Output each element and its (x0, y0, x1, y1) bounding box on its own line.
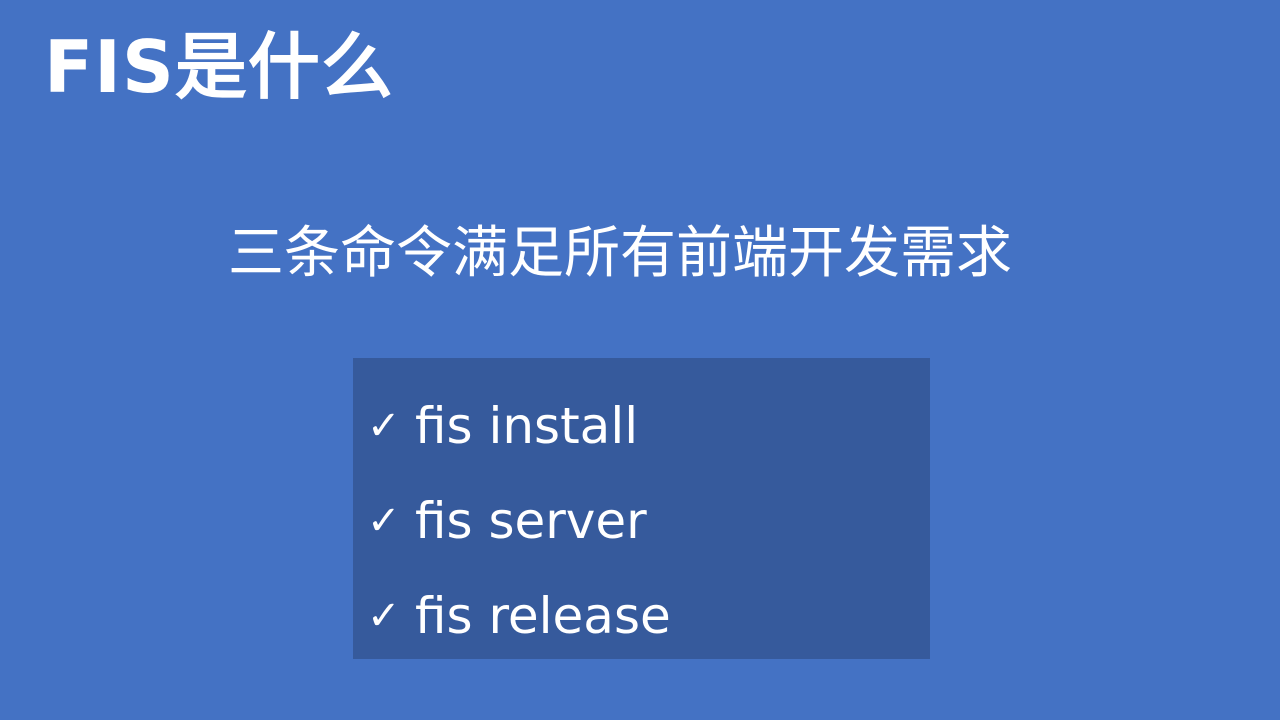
command-text: fis server (415, 491, 647, 550)
command-text: fis install (415, 396, 639, 455)
command-item-server: ✓ fis server (367, 473, 930, 568)
slide-subtitle: 三条命令满足所有前端开发需求 (228, 221, 1012, 286)
command-list: ✓ fis install ✓ fis server ✓ fis release (353, 358, 930, 663)
slide-title: FIS是什么 (44, 25, 394, 109)
command-item-release: ✓ fis release (367, 568, 930, 663)
command-box: ✓ fis install ✓ fis server ✓ fis release (353, 358, 930, 659)
check-icon: ✓ (367, 592, 401, 639)
command-text: fis release (415, 586, 671, 645)
command-item-install: ✓ fis install (367, 378, 930, 473)
slide: FIS是什么 三条命令满足所有前端开发需求 ✓ fis install ✓ fi… (0, 0, 1280, 720)
check-icon: ✓ (367, 402, 401, 449)
check-icon: ✓ (367, 497, 401, 544)
